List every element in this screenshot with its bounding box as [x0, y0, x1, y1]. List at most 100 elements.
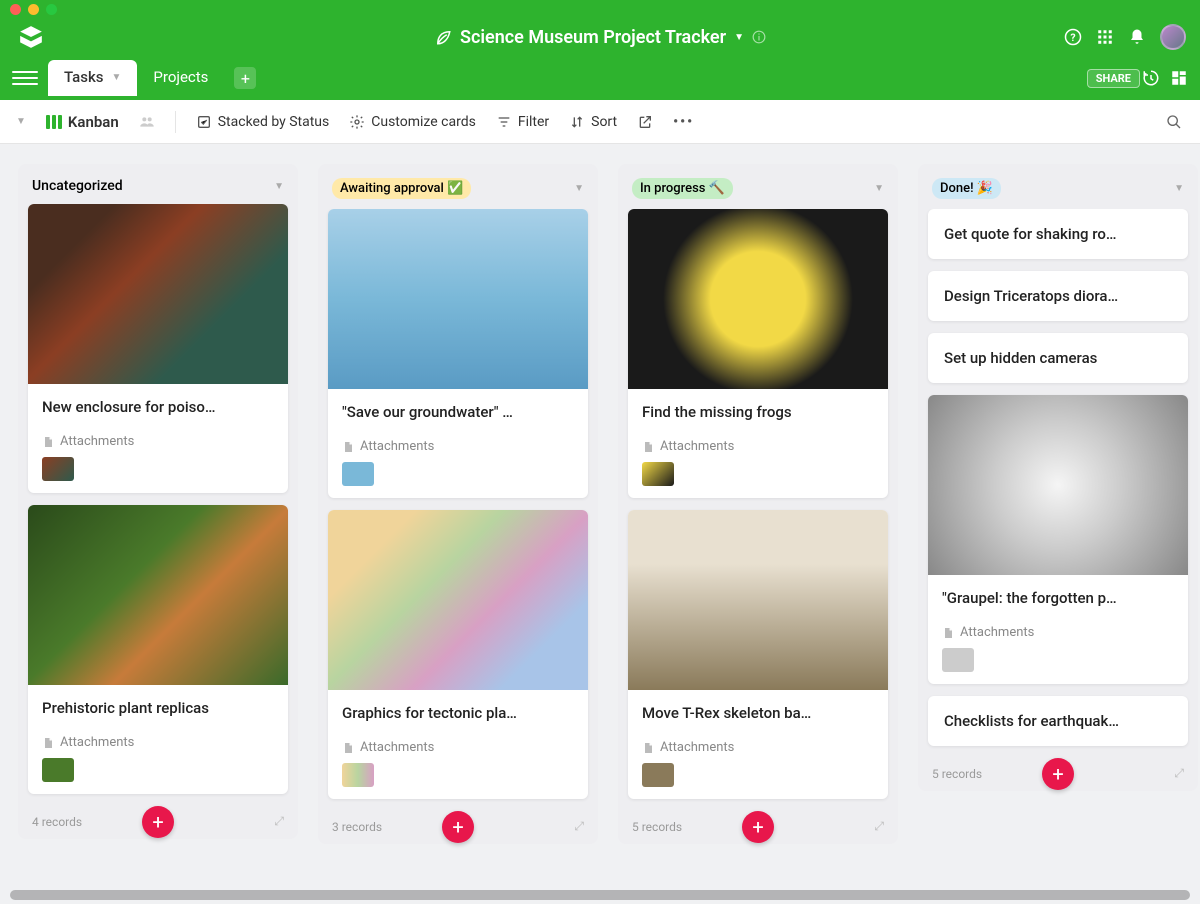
tab-label: Tasks — [64, 68, 104, 86]
kanban-card[interactable]: New enclosure for poiso…Attachments — [28, 204, 288, 493]
chevron-down-icon[interactable]: ▼ — [574, 183, 584, 194]
record-count: 5 records — [632, 820, 682, 834]
chevron-down-icon[interactable]: ▼ — [274, 181, 284, 192]
attachments-row[interactable]: Attachments — [42, 735, 274, 750]
attachments-row[interactable]: Attachments — [642, 439, 874, 454]
sort-icon — [569, 114, 585, 130]
view-switcher[interactable]: Kanban — [46, 113, 119, 131]
sort-button[interactable]: Sort — [569, 114, 617, 130]
attachments-row[interactable]: Attachments — [642, 740, 874, 755]
stack-icon — [196, 114, 212, 130]
user-avatar[interactable] — [1160, 24, 1186, 50]
column-title[interactable]: Uncategorized — [32, 178, 123, 194]
add-card-button[interactable]: + — [742, 811, 774, 843]
column-title[interactable]: Awaiting approval ✅ — [332, 178, 471, 199]
column-title[interactable]: Done! 🎉 — [932, 178, 1001, 199]
card-title: Graphics for tectonic pla… — [342, 704, 574, 722]
card-title: Prehistoric plant replicas — [42, 699, 274, 717]
attachment-thumb[interactable] — [642, 763, 674, 787]
attachments-row[interactable]: Attachments — [42, 434, 274, 449]
collapse-column-icon[interactable]: ⤢ — [874, 819, 884, 834]
record-count: 4 records — [32, 815, 82, 829]
attachments-label: Attachments — [660, 740, 734, 755]
attachment-thumb[interactable] — [42, 758, 74, 782]
attachment-thumb[interactable] — [942, 648, 974, 672]
add-card-button[interactable]: + — [142, 806, 174, 838]
kanban-card[interactable]: Prehistoric plant replicas Attachments — [28, 505, 288, 794]
share-view-icon[interactable] — [637, 114, 653, 130]
leaf-icon — [434, 28, 452, 46]
more-icon[interactable]: ••• — [673, 114, 694, 130]
file-icon — [642, 440, 654, 454]
card-title: Get quote for shaking ro… — [944, 225, 1172, 243]
chevron-down-icon[interactable]: ▼ — [874, 183, 884, 194]
tab-label: Projects — [153, 68, 208, 86]
title-dropdown-icon[interactable]: ▼ — [734, 32, 744, 43]
attachment-thumb[interactable] — [42, 457, 74, 481]
window-zoom-icon[interactable] — [46, 4, 57, 15]
kanban-card[interactable]: Checklists for earthquak… — [928, 696, 1188, 746]
kanban-card[interactable]: Design Triceratops diora… — [928, 271, 1188, 321]
filter-button[interactable]: Filter — [496, 114, 549, 130]
kanban-card[interactable]: Set up hidden cameras — [928, 333, 1188, 383]
attachments-label: Attachments — [60, 434, 134, 449]
horizontal-scrollbar[interactable] — [10, 890, 1190, 900]
kanban-card[interactable]: Find the missing frogs Attachments — [628, 209, 888, 498]
apps-grid-icon[interactable] — [1096, 28, 1114, 46]
card-image — [328, 510, 588, 690]
attachment-thumb[interactable] — [342, 462, 374, 486]
window-close-icon[interactable] — [10, 4, 21, 15]
blocks-icon[interactable] — [1170, 69, 1188, 87]
card-title: "Graupel: the forgotten p… — [942, 589, 1174, 607]
add-card-button[interactable]: + — [1042, 758, 1074, 790]
view-name: Kanban — [68, 113, 119, 131]
kanban-card[interactable]: "Save our groundwater" …Attachments — [328, 209, 588, 498]
chevron-down-icon[interactable]: ▼ — [1174, 183, 1184, 194]
column-title[interactable]: In progress 🔨 — [632, 178, 733, 199]
attachments-row[interactable]: Attachments — [342, 439, 574, 454]
share-button[interactable]: SHARE — [1087, 69, 1140, 88]
collapse-column-icon[interactable]: ⤢ — [574, 819, 584, 834]
record-count: 5 records — [932, 767, 982, 781]
help-icon[interactable]: ? — [1064, 28, 1082, 46]
kanban-card[interactable]: "Graupel: the forgotten p… Attachments — [928, 395, 1188, 684]
filter-icon — [496, 114, 512, 130]
attachment-thumb[interactable] — [642, 462, 674, 486]
kanban-card[interactable]: Graphics for tectonic pla… Attachments — [328, 510, 588, 799]
kanban-board: Uncategorized ▼ New enclosure for poiso…At… — [0, 144, 1200, 890]
attachments-row[interactable]: Attachments — [342, 740, 574, 755]
kanban-icon — [46, 115, 62, 129]
kanban-card[interactable]: Get quote for shaking ro… — [928, 209, 1188, 259]
collapse-views-icon[interactable]: ▼ — [16, 116, 26, 127]
customize-cards-button[interactable]: Customize cards — [349, 114, 476, 130]
collapse-column-icon[interactable]: ⤢ — [1174, 766, 1184, 781]
collaborators-icon[interactable] — [139, 114, 155, 130]
menu-burger-icon[interactable] — [12, 65, 38, 91]
app-logo-icon[interactable] — [18, 24, 44, 50]
card-image — [28, 204, 288, 384]
card-title: Find the missing frogs — [642, 403, 874, 421]
attachments-label: Attachments — [660, 439, 734, 454]
window-minimize-icon[interactable] — [28, 4, 39, 15]
card-title: Move T-Rex skeleton ba… — [642, 704, 874, 722]
history-icon[interactable] — [1142, 69, 1160, 87]
add-card-button[interactable]: + — [442, 811, 474, 843]
card-image — [628, 209, 888, 389]
stacked-by-button[interactable]: Stacked by Status — [196, 114, 330, 130]
file-icon — [642, 741, 654, 755]
kanban-column: Awaiting approval ✅ ▼ "Save our groundwate… — [318, 164, 598, 844]
window-titlebar — [0, 0, 1200, 18]
search-icon[interactable] — [1166, 114, 1182, 130]
card-title: Checklists for earthquak… — [944, 712, 1172, 730]
info-icon[interactable] — [752, 30, 766, 44]
project-title[interactable]: Science Museum Project Tracker — [460, 27, 726, 48]
tab-tasks[interactable]: Tasks ▼ — [48, 60, 137, 96]
attachment-thumb[interactable] — [342, 763, 374, 787]
collapse-column-icon[interactable]: ⤢ — [274, 814, 284, 829]
kanban-card[interactable]: Move T-Rex skeleton ba… Attachments — [628, 510, 888, 799]
bell-icon[interactable] — [1128, 28, 1146, 46]
chevron-down-icon[interactable]: ▼ — [112, 72, 122, 83]
tab-projects[interactable]: Projects — [137, 60, 224, 96]
attachments-row[interactable]: Attachments — [942, 625, 1174, 640]
add-tab-button[interactable]: + — [234, 67, 256, 89]
